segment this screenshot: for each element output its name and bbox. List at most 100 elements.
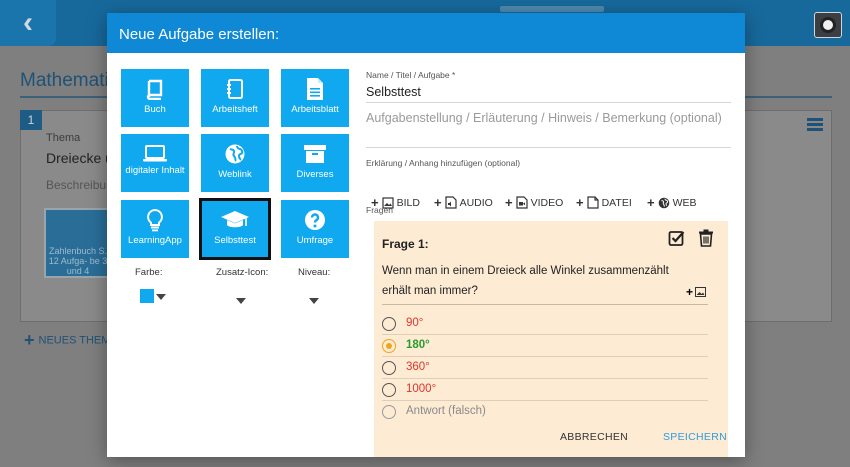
beschreibung-field[interactable]: Beschreibun (46, 178, 113, 192)
document-icon (281, 76, 349, 102)
new-answer-option: Antwort (falsch) (382, 401, 708, 423)
answer-radio[interactable] (382, 317, 396, 331)
new-topic-button[interactable]: + NEUES THEM (24, 330, 110, 351)
laptop-icon (121, 141, 189, 167)
plus-icon: + (686, 285, 694, 299)
niveau-label: Niveau: (298, 267, 331, 278)
tile-label: digitaler Inhalt (125, 165, 185, 176)
penguin-avatar-icon (820, 17, 836, 33)
new-topic-label: NEUES THEM (38, 334, 111, 347)
farbe-label: Farbe: (135, 267, 163, 278)
tile-label: Selbsttest (214, 235, 256, 246)
name-field[interactable]: Selbsttest (366, 85, 421, 99)
audio-file-icon (444, 196, 457, 209)
attach-label: BILD (396, 196, 420, 209)
description-field-underline (366, 147, 731, 148)
question-text-underline (382, 304, 708, 305)
add-audio-button[interactable]: + AUDIO (434, 195, 493, 210)
lightbulb-icon (121, 207, 189, 233)
color-dropdown[interactable] (140, 287, 166, 305)
name-field-underline (366, 102, 731, 103)
archive-box-icon (281, 141, 349, 167)
answer-option: 360° (382, 357, 708, 379)
color-swatch (140, 288, 154, 303)
trash-icon[interactable] (698, 229, 714, 247)
name-field-label: Name / Titel / Aufgabe * (366, 70, 456, 80)
caret-down-icon (309, 298, 319, 304)
tile-label: Diverses (296, 169, 334, 180)
tile-label: Buch (144, 104, 166, 115)
plus-icon: + (24, 330, 35, 350)
globe-icon (201, 141, 269, 167)
task-tile[interactable]: Zahlenbuch S. 12 Aufga- be 3 und 4 (44, 208, 112, 278)
tile-buch[interactable]: Buch (121, 69, 189, 127)
create-task-dialog: Neue Aufgabe erstellen: Buch Arbeitsheft… (107, 13, 745, 457)
back-button[interactable]: ‹ (0, 0, 56, 46)
level-dropdown[interactable] (309, 291, 319, 309)
plus-icon: + (647, 195, 655, 210)
thema-value[interactable]: Dreiecke u (46, 150, 113, 166)
tile-weblink[interactable]: Weblink (201, 134, 269, 192)
graduation-cap-icon (201, 207, 269, 233)
attach-label: VIDEO (530, 196, 564, 209)
answer-text[interactable]: 90° (406, 317, 423, 329)
plus-icon: + (505, 195, 513, 210)
book-icon (121, 76, 189, 102)
zusatz-icon-label: Zusatz-Icon: (216, 267, 269, 278)
section-number-badge: 1 (20, 110, 42, 130)
add-web-button[interactable]: + WEB (647, 195, 697, 210)
plus-icon: + (434, 195, 442, 210)
file-icon (586, 196, 599, 209)
answer-option: 1000° (382, 379, 708, 401)
answer-radio[interactable] (382, 383, 396, 397)
tile-arbeitsheft[interactable]: Arbeitsheft (201, 69, 269, 127)
tile-umfrage[interactable]: Umfrage (281, 200, 349, 258)
tile-label: Umfrage (296, 235, 334, 246)
add-video-button[interactable]: + VIDEO (505, 195, 563, 210)
question-mark-icon (281, 207, 349, 233)
extra-icon-dropdown[interactable] (236, 291, 246, 309)
dialog-title: Neue Aufgabe erstellen: (107, 13, 745, 53)
answer-option: 180° (382, 335, 708, 357)
tab-strip (500, 6, 604, 12)
add-file-button[interactable]: + DATEI (576, 195, 632, 210)
answer-text[interactable]: 1000° (406, 383, 436, 395)
attach-label: DATEI (601, 196, 632, 209)
tile-digitaler-inhalt[interactable]: digitaler Inhalt (121, 134, 189, 192)
tile-label: LearningApp (128, 235, 182, 246)
tile-label: Arbeitsheft (212, 104, 258, 115)
cancel-button[interactable]: ABBRECHEN (560, 431, 628, 443)
page-title: Mathemati (20, 70, 109, 91)
tile-label: Weblink (218, 169, 252, 180)
attachment-label: Erklärung / Anhang hinzufügen (optional) (366, 158, 521, 168)
tile-selbsttest[interactable]: Selbsttest (199, 198, 271, 260)
answer-radio[interactable] (382, 361, 396, 375)
tile-learningapp[interactable]: LearningApp (121, 200, 189, 258)
question-title: Frage 1: (382, 237, 429, 251)
image-icon (695, 287, 707, 297)
question-text[interactable]: Wenn man in einem Dreieck alle Winkel zu… (382, 261, 682, 301)
answer-radio-selected[interactable] (382, 339, 396, 353)
description-field[interactable]: Aufgabenstellung / Erläuterung / Hinweis… (366, 109, 731, 128)
answer-text[interactable]: 180° (406, 339, 430, 351)
save-button[interactable]: SPEICHERN (663, 431, 727, 443)
answer-option: 90° (382, 313, 708, 335)
hamburger-menu-icon[interactable] (807, 118, 823, 132)
caret-down-icon (156, 294, 166, 300)
globe-icon (658, 197, 669, 208)
chevron-left-icon: ‹ (23, 6, 33, 39)
tile-diverses[interactable]: Diverses (281, 134, 349, 192)
answer-text[interactable]: 360° (406, 361, 430, 373)
avatar[interactable] (814, 12, 842, 38)
video-file-icon (515, 196, 528, 209)
plus-icon: + (576, 195, 584, 210)
tile-arbeitsblatt[interactable]: Arbeitsblatt (281, 69, 349, 127)
answer-radio[interactable] (382, 405, 396, 419)
attach-label: AUDIO (459, 196, 493, 209)
tile-label: Arbeitsblatt (291, 104, 339, 115)
notebook-icon (201, 76, 269, 102)
new-answer-input[interactable]: Antwort (falsch) (406, 405, 486, 417)
checkbox-checked-icon[interactable] (668, 229, 686, 247)
caret-down-icon (236, 298, 246, 304)
add-question-media-button[interactable]: + (686, 285, 707, 299)
